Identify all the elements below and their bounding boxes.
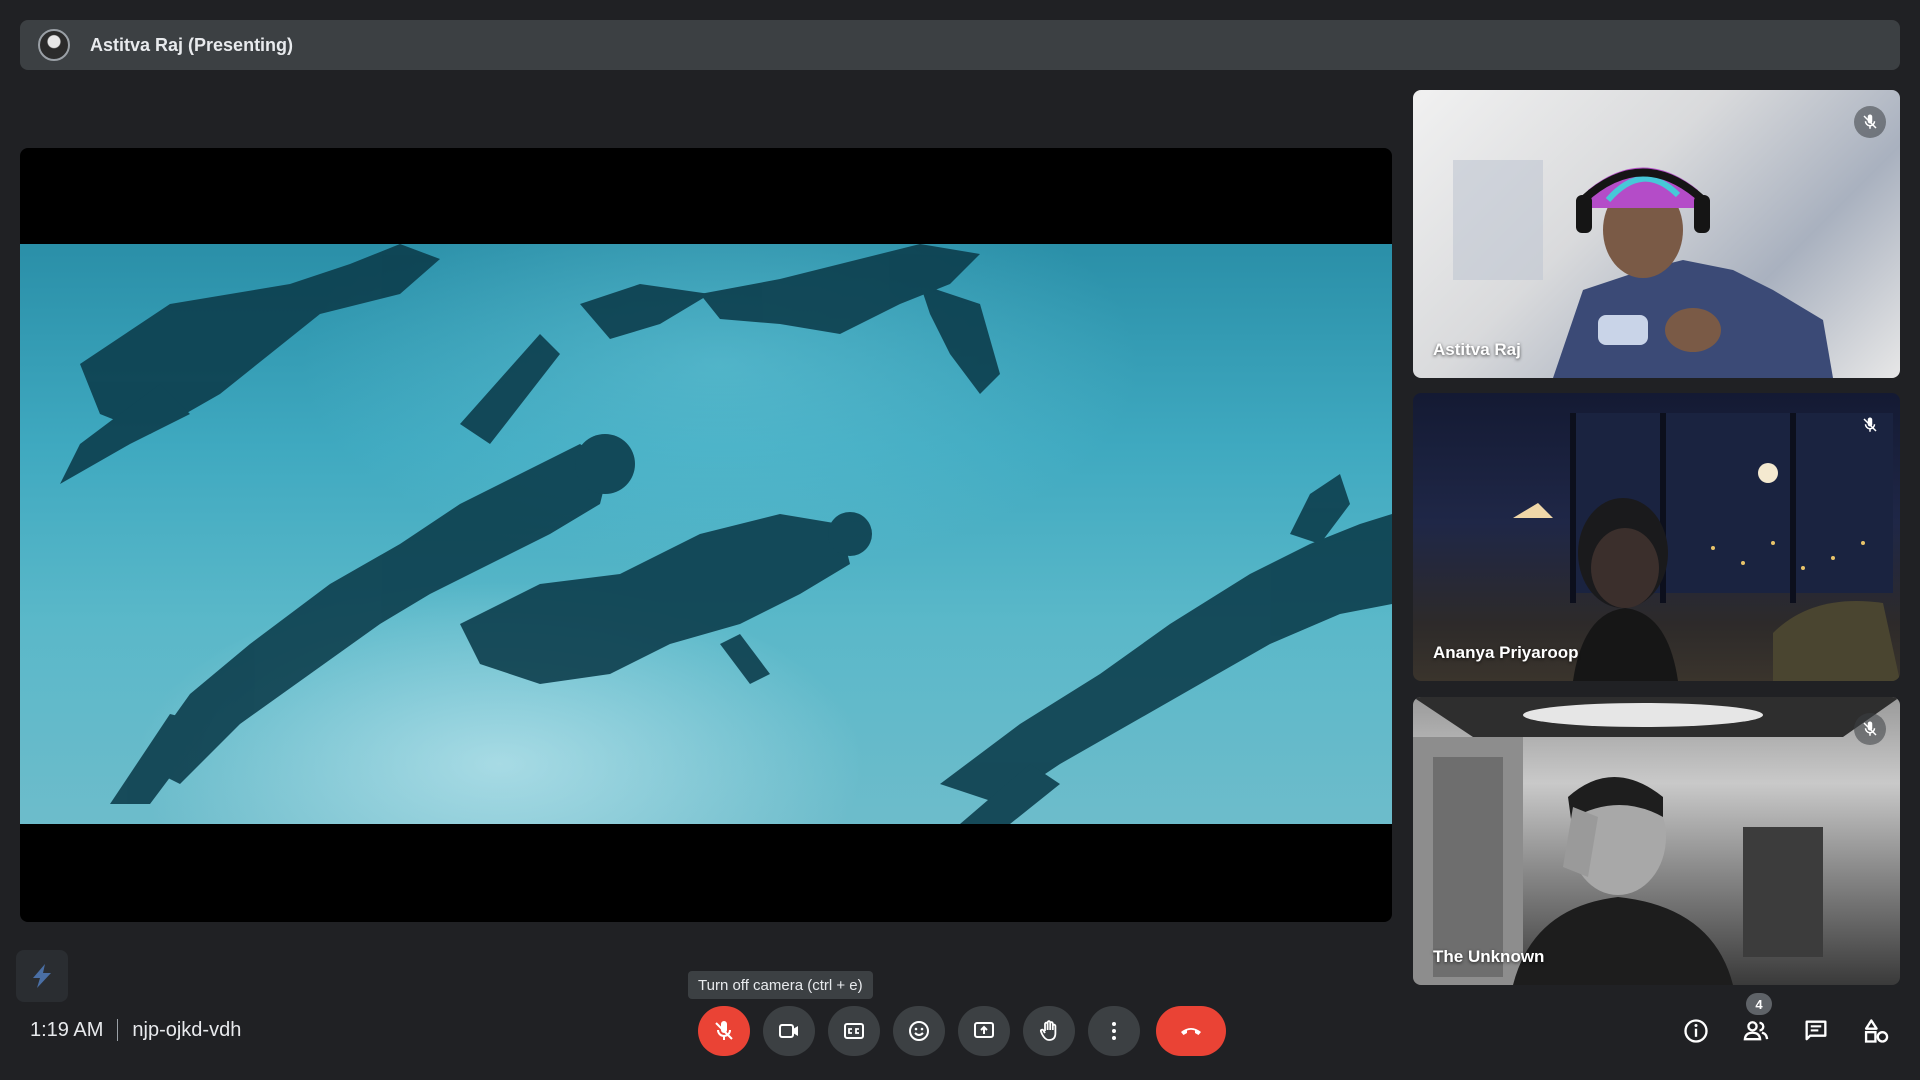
divider <box>117 1019 119 1041</box>
raise-hand-button[interactable] <box>1023 1006 1075 1056</box>
presenter-banner: Astitva Raj (Presenting) <box>20 20 1900 70</box>
muted-mic-icon <box>1854 409 1886 441</box>
emoji-reactions-button[interactable] <box>893 1006 945 1056</box>
call-controls <box>698 1006 1239 1056</box>
info-icon <box>1684 1019 1708 1043</box>
activities-icon <box>1864 1019 1889 1043</box>
meeting-details-button[interactable] <box>1672 1007 1720 1055</box>
participant-video <box>1413 697 1900 985</box>
presenter-avatar <box>38 29 70 61</box>
meeting-time: 1:19 AM <box>30 1018 104 1041</box>
activities-button[interactable] <box>1852 1007 1900 1055</box>
captions-button[interactable] <box>828 1006 880 1056</box>
emoji-icon <box>909 1021 929 1041</box>
participant-video <box>1453 160 1833 378</box>
muted-mic-icon <box>1854 713 1886 745</box>
people-count-badge: 4 <box>1746 993 1772 1015</box>
camera-icon <box>779 1024 798 1038</box>
present-screen-button[interactable] <box>958 1006 1010 1056</box>
end-call-icon <box>1181 1028 1201 1035</box>
participant-tile[interactable]: Ananya Priyaroop <box>1413 393 1900 681</box>
participant-name: Astitva Raj <box>1433 340 1521 359</box>
camera-toggle-button[interactable] <box>763 1006 815 1056</box>
muted-mic-icon <box>1854 106 1886 138</box>
underwater-divers-scene <box>60 244 1392 824</box>
more-vert-icon <box>1112 1022 1116 1040</box>
more-options-button[interactable] <box>1088 1006 1140 1056</box>
microphone-toggle-button[interactable] <box>698 1006 750 1056</box>
hand-icon <box>1040 1020 1057 1041</box>
meeting-details: 1:19 AM njp-ojkd-vdh <box>30 1017 241 1043</box>
captions-icon <box>844 1023 864 1039</box>
chat-button[interactable] <box>1792 1007 1840 1055</box>
extension-logo-icon[interactable] <box>16 950 68 1002</box>
mic-off-icon <box>715 1021 733 1040</box>
presenter-name: Astitva Raj (Presenting) <box>90 34 294 55</box>
participant-name: Ananya Priyaroop <box>1433 643 1579 662</box>
camera-tooltip: Turn off camera (ctrl + e) <box>688 971 873 999</box>
participant-video <box>1513 413 1900 681</box>
present-screen-icon <box>974 1022 994 1038</box>
meeting-code: njp-ojkd-vdh <box>132 1018 242 1041</box>
meeting-tools: 4 <box>1660 993 1900 1056</box>
presentation-stage <box>20 148 1392 922</box>
participant-name: The Unknown <box>1433 947 1545 966</box>
chat-icon <box>1805 1020 1827 1041</box>
participant-tile[interactable]: The Unknown <box>1413 697 1900 985</box>
participant-tile[interactable]: Astitva Raj <box>1413 90 1900 378</box>
people-button[interactable]: 4 <box>1732 993 1780 1055</box>
leave-call-button[interactable] <box>1156 1006 1226 1056</box>
people-icon <box>1743 1021 1769 1041</box>
shared-screen-video <box>20 244 1392 824</box>
